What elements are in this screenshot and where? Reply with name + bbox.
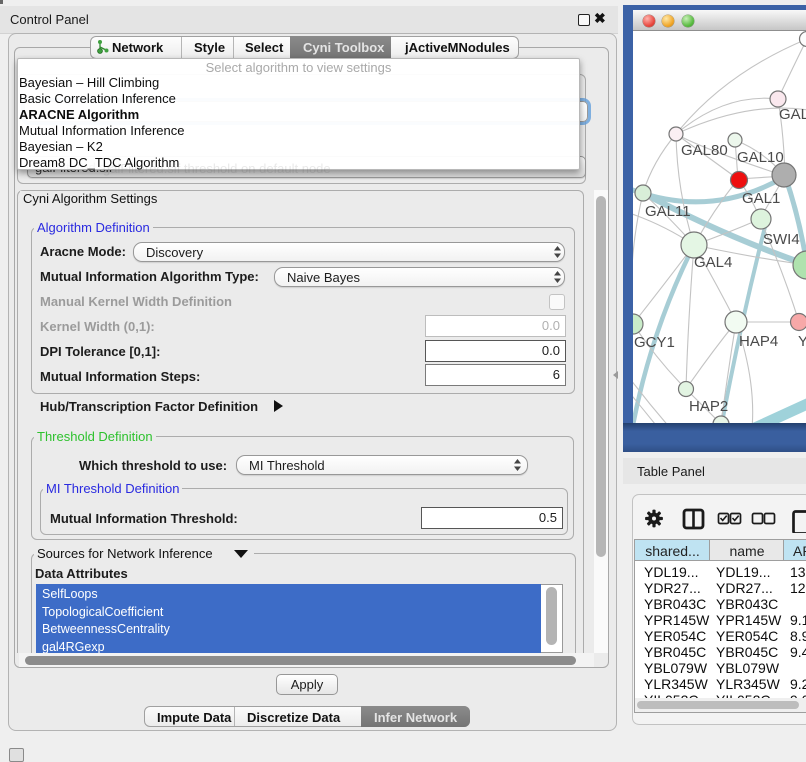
svg-text:SWI4: SWI4 <box>763 231 800 248</box>
svg-text:GAL4: GAL4 <box>694 254 732 271</box>
svg-text:GAL10: GAL10 <box>737 149 784 166</box>
svg-text:GCY1: GCY1 <box>634 334 675 351</box>
svg-text:GAL80: GAL80 <box>681 142 728 159</box>
svg-text:HAP4: HAP4 <box>739 333 778 350</box>
svg-text:HAP2: HAP2 <box>689 398 728 415</box>
svg-text:GAL11: GAL11 <box>645 203 691 220</box>
svg-text:GAL2: GAL2 <box>779 106 806 123</box>
svg-text:GAL1: GAL1 <box>742 190 780 207</box>
svg-text:YL: YL <box>798 333 806 350</box>
